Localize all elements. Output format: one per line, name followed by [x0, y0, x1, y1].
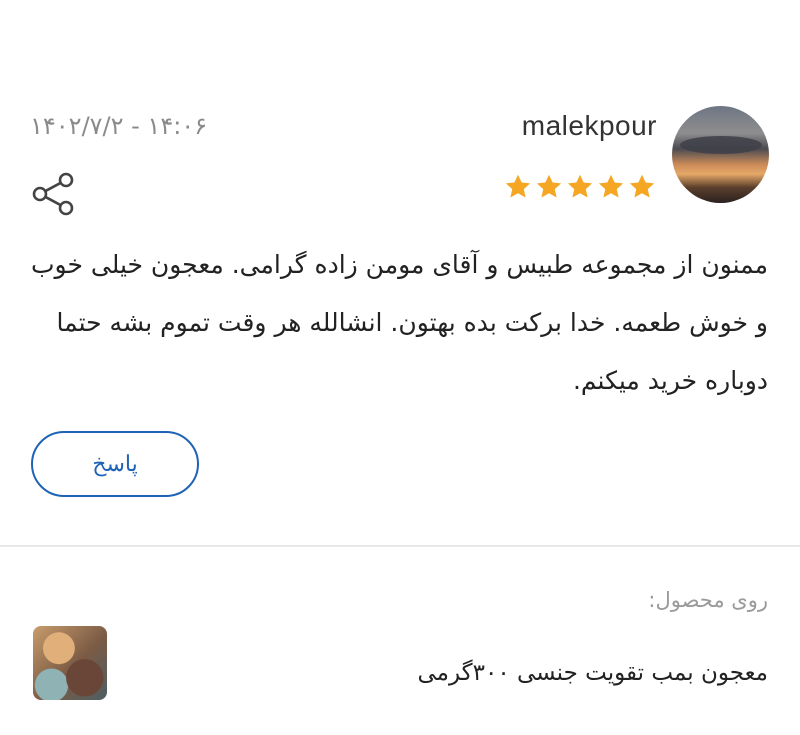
star-icon	[627, 172, 657, 202]
star-rating	[503, 172, 657, 202]
star-icon	[534, 172, 564, 202]
reply-button[interactable]: پاسخ	[31, 431, 199, 497]
product-thumbnail[interactable]	[33, 626, 107, 700]
star-icon	[503, 172, 533, 202]
review-date: ۱۴۰۲/۷/۲ - ۱۴:۰۶	[30, 112, 208, 140]
review-comment: ممنون از مجموعه طبیس و آقای مومن زاده گر…	[31, 250, 768, 395]
product-label: روی محصول:	[648, 588, 768, 612]
star-icon	[565, 172, 595, 202]
product-name[interactable]: معجون بمب تقویت جنسی ۳۰۰گرمی	[417, 660, 768, 686]
avatar[interactable]	[672, 106, 769, 203]
review-username[interactable]: malekpour	[522, 110, 657, 142]
star-icon	[596, 172, 626, 202]
share-icon[interactable]	[30, 170, 78, 218]
review-card: malekpour ۱۴۰۲/۷/۲ - ۱۴:۰۶ ممنون از مجمو…	[0, 0, 800, 545]
divider	[0, 545, 800, 547]
